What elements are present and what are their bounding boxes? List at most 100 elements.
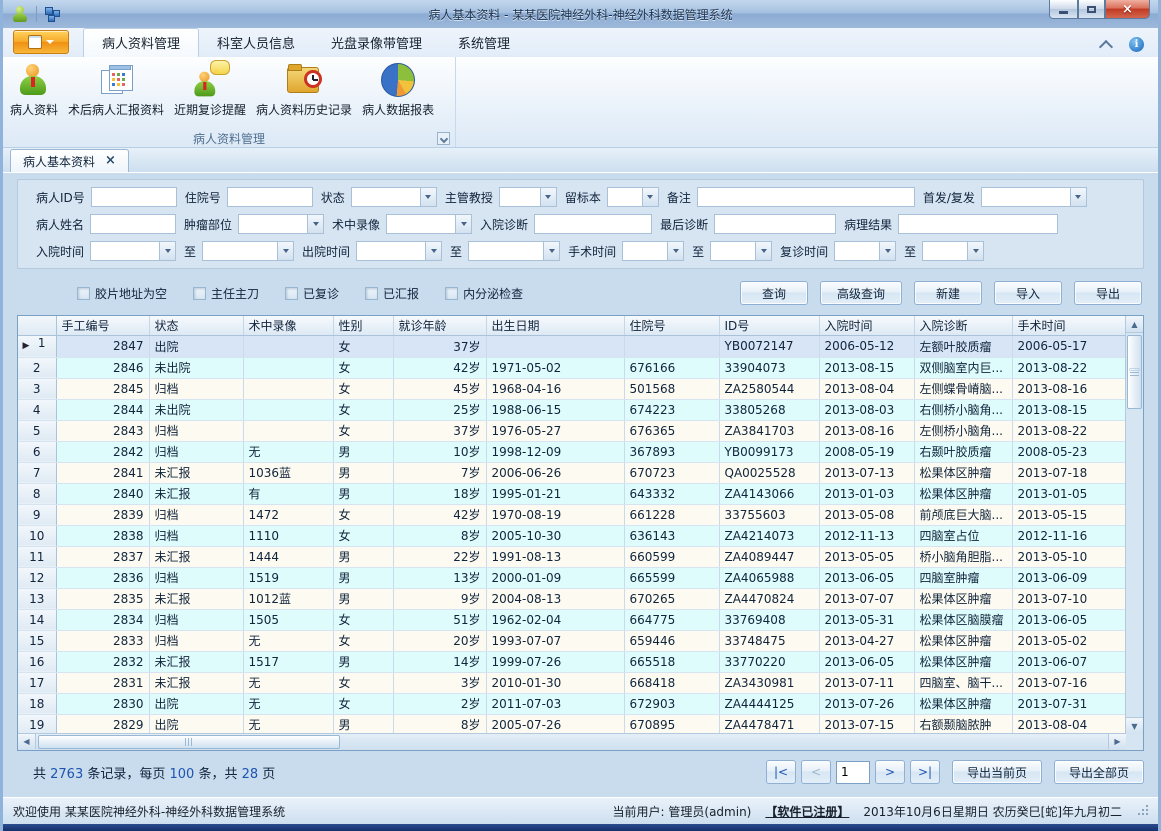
- table-cell[interactable]: 四脑室占位: [914, 525, 1012, 546]
- minimize-button[interactable]: [1049, 0, 1078, 19]
- table-cell[interactable]: [624, 335, 719, 357]
- table-row[interactable]: 182830出院无女2岁2011-07-03672903ZA4444125201…: [18, 693, 1126, 714]
- table-cell[interactable]: ZA4214073: [719, 525, 819, 546]
- filter-checkbox-5[interactable]: 内分泌检查: [445, 285, 523, 302]
- table-cell[interactable]: 未汇报: [149, 546, 243, 567]
- table-cell[interactable]: 归档: [149, 378, 243, 399]
- table-cell[interactable]: 2013-08-04: [1012, 714, 1126, 735]
- dropdown-arrow-icon[interactable]: [425, 242, 441, 260]
- filter-combo-1-4[interactable]: [499, 187, 557, 207]
- table-cell[interactable]: 2岁: [393, 693, 486, 714]
- table-cell[interactable]: 37岁: [393, 420, 486, 441]
- table-cell[interactable]: 未汇报: [149, 588, 243, 609]
- table-cell[interactable]: 男: [333, 651, 393, 672]
- table-cell[interactable]: 女: [333, 525, 393, 546]
- table-cell[interactable]: 2835: [56, 588, 149, 609]
- table-cell[interactable]: 女: [333, 504, 393, 525]
- table-cell[interactable]: 42岁: [393, 357, 486, 378]
- table-cell[interactable]: 2004-08-13: [486, 588, 624, 609]
- table-cell[interactable]: 2013-07-11: [819, 672, 914, 693]
- table-cell[interactable]: 45岁: [393, 378, 486, 399]
- row-gutter[interactable]: 10: [18, 525, 56, 546]
- table-cell[interactable]: 归档: [149, 504, 243, 525]
- table-cell[interactable]: ZA4444125: [719, 693, 819, 714]
- table-row[interactable]: 62842归档无男10岁1998-12-09367893YB0099173200…: [18, 441, 1126, 462]
- table-cell[interactable]: 10岁: [393, 441, 486, 462]
- table-cell[interactable]: 1976-05-27: [486, 420, 624, 441]
- table-cell[interactable]: [243, 335, 333, 357]
- table-cell[interactable]: 2834: [56, 609, 149, 630]
- table-cell[interactable]: 2013-05-05: [819, 546, 914, 567]
- table-cell[interactable]: 归档: [149, 609, 243, 630]
- filter-combo-3-2[interactable]: [202, 241, 294, 261]
- row-gutter[interactable]: 3: [18, 378, 56, 399]
- dropdown-arrow-icon[interactable]: [642, 188, 658, 206]
- ribbon-tab-4[interactable]: 系统管理: [440, 29, 528, 57]
- last-page-button[interactable]: >|: [910, 760, 940, 784]
- table-cell[interactable]: 2013-05-15: [1012, 504, 1126, 525]
- table-cell[interactable]: [243, 420, 333, 441]
- table-cell[interactable]: 2013-01-05: [1012, 483, 1126, 504]
- table-cell[interactable]: 出院: [149, 335, 243, 357]
- row-gutter[interactable]: ▶1: [18, 335, 56, 357]
- column-header-4[interactable]: 性别: [333, 316, 393, 335]
- table-cell[interactable]: 左侧蝶骨嵴脑...: [914, 378, 1012, 399]
- table-cell[interactable]: 松果体区肿瘤: [914, 651, 1012, 672]
- table-cell[interactable]: 2013-07-10: [1012, 588, 1126, 609]
- dropdown-arrow-icon[interactable]: [879, 242, 895, 260]
- column-header-7[interactable]: 住院号: [624, 316, 719, 335]
- checkbox-icon[interactable]: [285, 287, 298, 300]
- table-cell[interactable]: 1995-01-21: [486, 483, 624, 504]
- ribbon-button-5[interactable]: 病人数据报表: [357, 60, 439, 120]
- table-cell[interactable]: 2013-07-15: [819, 714, 914, 735]
- table-cell[interactable]: 2836: [56, 567, 149, 588]
- vertical-scrollbar[interactable]: ▲ ▼: [1125, 316, 1143, 734]
- table-cell[interactable]: 2006-05-17: [1012, 335, 1126, 357]
- row-gutter[interactable]: 13: [18, 588, 56, 609]
- table-cell[interactable]: 1970-08-19: [486, 504, 624, 525]
- table-cell[interactable]: 2840: [56, 483, 149, 504]
- table-cell[interactable]: 2839: [56, 504, 149, 525]
- dropdown-arrow-icon[interactable]: [755, 242, 771, 260]
- table-cell[interactable]: ZA2580544: [719, 378, 819, 399]
- table-cell[interactable]: 四脑室、脑干...: [914, 672, 1012, 693]
- dropdown-arrow-icon[interactable]: [277, 242, 293, 260]
- table-cell[interactable]: 松果体区肿瘤: [914, 693, 1012, 714]
- table-cell[interactable]: 双侧脑室内巨...: [914, 357, 1012, 378]
- filter-input-2-6[interactable]: [898, 214, 1058, 234]
- document-tab[interactable]: 病人基本资料 ×: [10, 149, 129, 172]
- column-header-9[interactable]: 入院时间: [819, 316, 914, 335]
- table-cell[interactable]: 2013-08-22: [1012, 357, 1126, 378]
- table-row[interactable]: 92839归档1472女42岁1970-08-19661228337556032…: [18, 504, 1126, 525]
- table-cell[interactable]: 女: [333, 672, 393, 693]
- table-cell[interactable]: 659446: [624, 630, 719, 651]
- checkbox-icon[interactable]: [193, 287, 206, 300]
- table-cell[interactable]: 2013-06-05: [819, 651, 914, 672]
- table-cell[interactable]: 2013-08-22: [1012, 420, 1126, 441]
- filter-combo-1-3[interactable]: [351, 187, 437, 207]
- table-cell[interactable]: 2013-05-10: [1012, 546, 1126, 567]
- table-cell[interactable]: YB0072147: [719, 335, 819, 357]
- table-cell[interactable]: 2842: [56, 441, 149, 462]
- ribbon-tab-1[interactable]: 病人资料管理: [83, 28, 199, 57]
- table-cell[interactable]: 松果体区肿瘤: [914, 462, 1012, 483]
- table-row[interactable]: 172831未汇报无女3岁2010-01-30668418ZA343098120…: [18, 672, 1126, 693]
- table-cell[interactable]: 归档: [149, 420, 243, 441]
- dialog-launcher-icon[interactable]: [437, 132, 450, 145]
- table-cell[interactable]: 2013-05-31: [819, 609, 914, 630]
- table-row[interactable]: 32845归档女45岁1968-04-16501568ZA25805442013…: [18, 378, 1126, 399]
- table-cell[interactable]: 有: [243, 483, 333, 504]
- table-cell[interactable]: 未汇报: [149, 462, 243, 483]
- ribbon-button-2[interactable]: 术后病人汇报资料: [63, 60, 169, 120]
- table-cell[interactable]: 2844: [56, 399, 149, 420]
- table-cell[interactable]: 2008-05-23: [1012, 441, 1126, 462]
- table-cell[interactable]: 男: [333, 483, 393, 504]
- table-cell[interactable]: 右侧桥小脑角...: [914, 399, 1012, 420]
- table-cell[interactable]: 674223: [624, 399, 719, 420]
- table-cell[interactable]: 1012蓝: [243, 588, 333, 609]
- table-cell[interactable]: 22岁: [393, 546, 486, 567]
- table-cell[interactable]: 2013-08-03: [819, 399, 914, 420]
- table-cell[interactable]: 女: [333, 335, 393, 357]
- dropdown-arrow-icon[interactable]: [420, 188, 436, 206]
- export-current-page-button[interactable]: 导出当前页: [952, 760, 1042, 784]
